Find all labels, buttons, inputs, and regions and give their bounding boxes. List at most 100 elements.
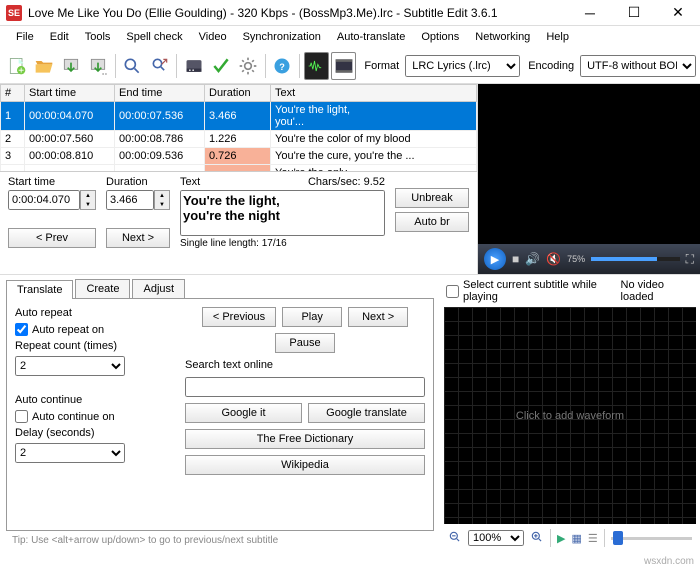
select-current-checkbox[interactable] (446, 285, 459, 298)
menu-spellcheck[interactable]: Spell check (118, 28, 190, 46)
menu-file[interactable]: File (8, 28, 42, 46)
help-icon[interactable]: ? (270, 52, 295, 80)
delay-label: Delay (seconds) (15, 427, 175, 439)
duration-label: Duration (106, 176, 170, 188)
table-row[interactable]: 200:00:07.56000:00:08.7861.226You're the… (1, 131, 477, 148)
watermark: wsxdn.com (644, 556, 694, 567)
tab-create[interactable]: Create (75, 279, 130, 298)
dur-down[interactable]: ▼ (155, 200, 169, 209)
video-toggle-icon[interactable] (331, 52, 356, 80)
app-icon: SE (6, 5, 22, 21)
start-time-input[interactable] (8, 190, 80, 210)
menu-sync[interactable]: Synchronization (235, 28, 329, 46)
repeat-count-select[interactable]: 2 (15, 356, 125, 376)
spellcheck-icon[interactable] (208, 52, 233, 80)
menu-autotranslate[interactable]: Auto-translate (329, 28, 413, 46)
zoom-out-icon[interactable] (448, 530, 462, 547)
table-row[interactable]: 100:00:04.07000:00:07.5363.466You're the… (1, 102, 477, 131)
find-icon[interactable] (120, 52, 145, 80)
google-translate-button[interactable]: Google translate (308, 403, 425, 423)
wave-slider[interactable] (611, 537, 692, 540)
subtitle-text-input[interactable] (180, 190, 385, 236)
open-icon[interactable] (31, 52, 56, 80)
next-button[interactable]: Next > (106, 228, 170, 248)
delay-select[interactable]: 2 (15, 443, 125, 463)
zoom-in-icon[interactable] (530, 530, 544, 547)
subtitle-table[interactable]: # Start time End time Duration Text 100:… (0, 84, 477, 172)
menu-tools[interactable]: Tools (77, 28, 119, 46)
menu-options[interactable]: Options (413, 28, 467, 46)
playback-play-button[interactable]: Play (282, 307, 342, 327)
wave-list-icon[interactable]: ☰ (588, 532, 598, 545)
zoom-select[interactable]: 100% (468, 530, 524, 546)
col-dur[interactable]: Duration (205, 85, 271, 102)
waveform-toggle-icon[interactable] (304, 52, 329, 80)
text-label: Text (180, 176, 200, 188)
encoding-label: Encoding (528, 60, 574, 72)
playback-pause-button[interactable]: Pause (275, 333, 335, 353)
col-num[interactable]: # (1, 85, 25, 102)
auto-continue-header: Auto continue (15, 394, 175, 406)
tip-text: Tip: Use <alt+arrow up/down> to go to pr… (6, 531, 434, 550)
menu-video[interactable]: Video (191, 28, 235, 46)
format-label: Format (364, 60, 399, 72)
new-icon[interactable] (4, 52, 29, 80)
svg-text:?: ? (280, 62, 286, 72)
settings-icon[interactable] (236, 52, 261, 80)
mute-icon[interactable]: 🔇 (546, 252, 561, 266)
autobr-button[interactable]: Auto br (395, 212, 469, 232)
repeat-count-label: Repeat count (times) (15, 340, 175, 352)
auto-repeat-header: Auto repeat (15, 307, 175, 319)
playback-prev-button[interactable]: < Previous (202, 307, 276, 327)
waveform-panel[interactable]: Click to add waveform (444, 307, 696, 524)
search-online-label: Search text online (185, 359, 425, 371)
menu-networking[interactable]: Networking (467, 28, 538, 46)
wikipedia-button[interactable]: Wikipedia (185, 455, 425, 475)
unbreak-button[interactable]: Unbreak (395, 188, 469, 208)
start-up[interactable]: ▲ (81, 191, 95, 200)
tab-adjust[interactable]: Adjust (132, 279, 185, 298)
wave-grid-icon[interactable]: ▦ (571, 532, 581, 545)
close-button[interactable]: ✕ (656, 0, 700, 26)
free-dictionary-button[interactable]: The Free Dictionary (185, 429, 425, 449)
menu-bar: File Edit Tools Spell check Video Synchr… (0, 26, 700, 48)
seek-bar[interactable] (591, 257, 679, 261)
col-end[interactable]: End time (115, 85, 205, 102)
visualsync-icon[interactable] (181, 52, 206, 80)
format-select[interactable]: LRC Lyrics (.lrc) (405, 55, 520, 77)
start-time-label: Start time (8, 176, 96, 188)
play-icon[interactable]: ▶ (484, 248, 506, 270)
window-title: Love Me Like You Do (Ellie Goulding) - 3… (28, 6, 568, 20)
start-down[interactable]: ▼ (81, 200, 95, 209)
play-percent: 75% (567, 254, 585, 264)
menu-edit[interactable]: Edit (42, 28, 77, 46)
encoding-select[interactable]: UTF-8 without BOM (580, 55, 696, 77)
replace-icon[interactable] (147, 52, 172, 80)
wave-play-icon[interactable]: ▶ (557, 532, 565, 545)
save-icon[interactable] (58, 52, 83, 80)
video-panel[interactable]: ▶ ■ 🔊 🔇 75% ⛶ (478, 84, 700, 274)
auto-repeat-checkbox[interactable] (15, 323, 28, 336)
prev-button[interactable]: < Prev (8, 228, 96, 248)
stop-icon[interactable]: ■ (512, 252, 519, 266)
dur-up[interactable]: ▲ (155, 191, 169, 200)
table-row[interactable]: 300:00:08.81000:00:09.5360.726You're the… (1, 148, 477, 165)
svg-text:…: … (102, 66, 109, 76)
cps-label: Chars/sec: 9.52 (308, 176, 385, 188)
auto-continue-checkbox[interactable] (15, 410, 28, 423)
duration-input[interactable] (106, 190, 154, 210)
col-text[interactable]: Text (271, 85, 477, 102)
menu-help[interactable]: Help (538, 28, 577, 46)
fullscreen-icon[interactable]: ⛶ (686, 252, 694, 267)
google-button[interactable]: Google it (185, 403, 302, 423)
table-row[interactable]: 400:00:09.56000:00:09.7860.226You're the… (1, 165, 477, 173)
playback-next-button[interactable]: Next > (348, 307, 408, 327)
volume-icon[interactable]: 🔊 (525, 252, 540, 266)
tab-translate[interactable]: Translate (6, 280, 73, 299)
minimize-button[interactable]: ─ (568, 0, 612, 26)
col-start[interactable]: Start time (25, 85, 115, 102)
search-online-input[interactable] (185, 377, 425, 397)
saveas-icon[interactable]: … (86, 52, 111, 80)
no-video-label: No video loaded (621, 279, 694, 303)
maximize-button[interactable]: ☐ (612, 0, 656, 26)
